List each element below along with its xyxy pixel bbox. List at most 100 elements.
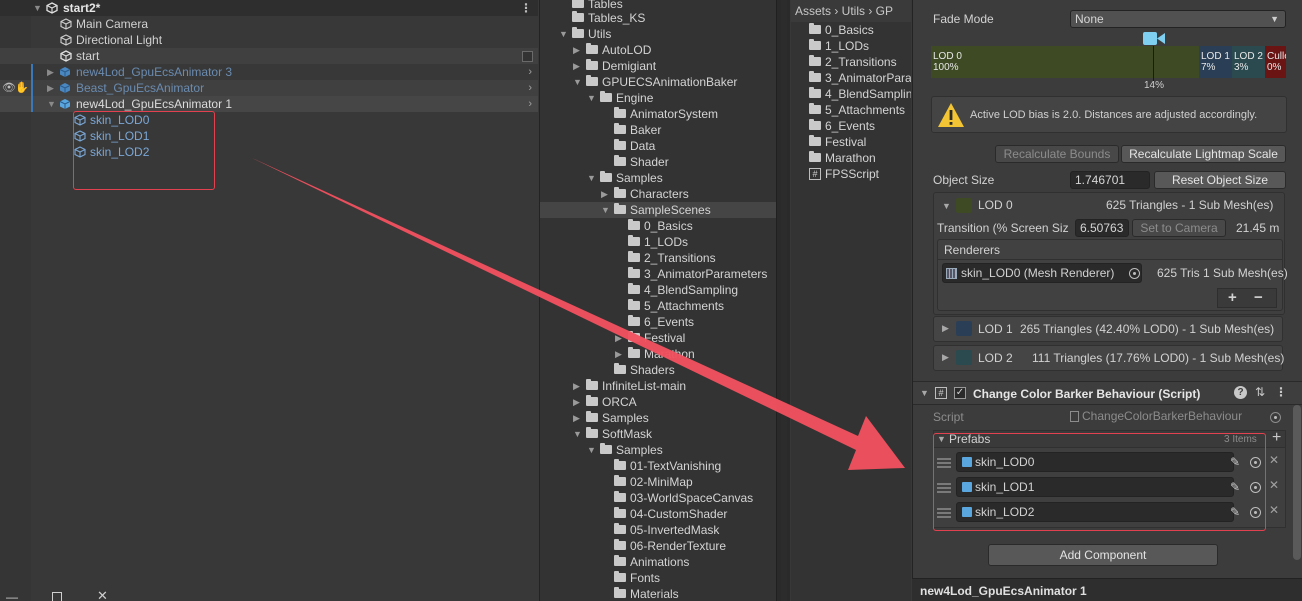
project-folder[interactable]: Animations	[540, 554, 777, 570]
fold-right-icon[interactable]: ▶	[615, 330, 622, 346]
hierarchy-item-directional-light[interactable]: Directional Light	[0, 32, 538, 48]
asset-folder[interactable]: 5_Attachments	[791, 102, 911, 118]
asset-script[interactable]: # FPSScript	[791, 166, 911, 182]
project-folder[interactable]: Baker	[540, 122, 777, 138]
hierarchy-item-main-camera[interactable]: Main Camera	[0, 16, 538, 32]
camera-icon[interactable]	[1142, 30, 1166, 47]
lod0-segment[interactable]: LOD 0 100%	[931, 46, 1199, 78]
project-folder[interactable]: 2_Transitions	[540, 250, 777, 266]
fold-right-icon[interactable]: ▶	[47, 64, 54, 80]
add-element-button[interactable]: +	[1272, 429, 1281, 447]
eye-icon[interactable]: 👁	[2, 80, 16, 96]
object-size-field[interactable]: 1.746701	[1070, 171, 1150, 189]
fold-down-icon[interactable]: ▼	[573, 74, 582, 90]
project-folder[interactable]: ▶ AutoLOD	[540, 42, 777, 58]
fold-down-icon[interactable]: ▼	[559, 26, 568, 42]
hierarchy-item-new4lod-1[interactable]: ▼ new4Lod_GpuEcsAnimator 1 ›	[0, 96, 538, 112]
project-folder[interactable]: ▶ InfiniteList-main	[540, 378, 777, 394]
script-field[interactable]: ChangeColorBarkerBehaviour	[1070, 408, 1286, 427]
project-folder[interactable]: ▶ ORCA	[540, 394, 777, 410]
checkbox[interactable]	[522, 51, 533, 62]
project-folder[interactable]: ▼ Engine	[540, 90, 777, 106]
project-folder[interactable]: 3_AnimatorParameters	[540, 266, 777, 282]
project-folder[interactable]: ▶ Characters	[540, 186, 777, 202]
project-folder[interactable]: 6_Events	[540, 314, 777, 330]
project-folder[interactable]: ▼ Samples	[540, 442, 777, 458]
remove-renderer-button[interactable]: −	[1254, 289, 1263, 306]
project-folder[interactable]: Shaders	[540, 362, 777, 378]
pick-hand-icon[interactable]: ✋	[15, 80, 29, 96]
asset-folder[interactable]: 2_Transitions	[791, 54, 911, 70]
kebab-menu-icon[interactable]: ⋮	[520, 0, 532, 16]
close-icon[interactable]: ✕	[97, 588, 108, 601]
project-folder[interactable]: Fonts	[540, 570, 777, 586]
transition-field[interactable]: 6.50763	[1075, 219, 1129, 237]
fold-right-icon[interactable]: ▶	[942, 352, 949, 363]
project-folder[interactable]: ▼ SoftMask	[540, 426, 777, 442]
remove-element-icon[interactable]: ✕	[1269, 453, 1279, 467]
enabled-checkbox[interactable]: ✓	[954, 387, 966, 399]
set-to-camera-button[interactable]: Set to Camera	[1132, 219, 1226, 237]
project-folder[interactable]: 06-RenderTexture	[540, 538, 777, 554]
object-picker-icon[interactable]	[1270, 412, 1281, 423]
inspector-scrollbar[interactable]	[1293, 405, 1301, 560]
project-folder[interactable]: ▼ Utils	[540, 26, 777, 42]
presets-icon[interactable]: ⇅	[1255, 385, 1265, 399]
fold-down-icon[interactable]: ▼	[33, 0, 42, 16]
fold-right-icon[interactable]: ▶	[573, 394, 580, 410]
asset-folder[interactable]: 3_AnimatorPara	[791, 70, 911, 86]
renderer-object-field[interactable]: skin_LOD0 (Mesh Renderer)	[942, 263, 1142, 283]
project-folder[interactable]: ▶ Festival	[540, 330, 777, 346]
project-folder[interactable]: ▶ Marathon	[540, 346, 777, 362]
asset-folder[interactable]: 1_LODs	[791, 38, 911, 54]
minimize-icon[interactable]: —	[6, 590, 18, 601]
maximize-icon[interactable]	[52, 592, 62, 601]
object-picker-icon[interactable]	[1129, 268, 1140, 279]
scrollbar[interactable]	[781, 0, 787, 601]
fold-right-icon[interactable]: ▶	[942, 323, 949, 334]
asset-folder[interactable]: Festival	[791, 134, 911, 150]
asset-folder[interactable]: Marathon	[791, 150, 911, 166]
fold-down-icon[interactable]: ▼	[47, 96, 56, 112]
recalculate-lightmap-button[interactable]: Recalculate Lightmap Scale	[1121, 145, 1286, 163]
component-menu-icon[interactable]: ⋮	[1275, 385, 1287, 399]
fold-down-icon[interactable]: ▼	[942, 201, 951, 211]
remove-element-icon[interactable]: ✕	[1269, 503, 1279, 517]
lod1-segment[interactable]: LOD 1 7%	[1199, 46, 1232, 78]
chevron-right-icon[interactable]: ›	[528, 80, 532, 96]
reset-object-size-button[interactable]: Reset Object Size	[1154, 171, 1286, 189]
project-folder[interactable]: ▶ Demigiant	[540, 58, 777, 74]
project-folder[interactable]: 0_Basics	[540, 218, 777, 234]
lod1-group[interactable]: ▶ LOD 1 265 Triangles (42.40% LOD0) - 1 …	[933, 316, 1283, 342]
add-component-button[interactable]: Add Component	[988, 544, 1218, 566]
project-folder[interactable]: 01-TextVanishing	[540, 458, 777, 474]
chevron-right-icon[interactable]: ›	[528, 96, 532, 112]
lod2-group[interactable]: ▶ LOD 2 111 Triangles (17.76% LOD0) - 1 …	[933, 345, 1284, 371]
project-folder[interactable]: ▼ GPUECSAnimationBaker	[540, 74, 777, 90]
add-renderer-button[interactable]: +	[1228, 289, 1237, 306]
fold-down-icon[interactable]: ▼	[920, 388, 929, 398]
project-folder[interactable]: 02-MiniMap	[540, 474, 777, 490]
fold-down-icon[interactable]: ▼	[587, 90, 596, 106]
project-folder[interactable]: 05-InvertedMask	[540, 522, 777, 538]
project-folder[interactable]: 1_LODs	[540, 234, 777, 250]
project-folder[interactable]: 04-CustomShader	[540, 506, 777, 522]
project-folder[interactable]: 5_Attachments	[540, 298, 777, 314]
project-folder[interactable]: AnimatorSystem	[540, 106, 777, 122]
fold-right-icon[interactable]: ▶	[573, 58, 580, 74]
breadcrumb[interactable]: Assets › Utils › GP	[791, 0, 911, 22]
scene-row[interactable]: ▼ start2* ⋮	[0, 0, 538, 16]
culled-segment[interactable]: Culle0%	[1265, 46, 1286, 78]
fold-down-icon[interactable]: ▼	[573, 426, 582, 442]
fold-down-icon[interactable]: ▼	[587, 170, 596, 186]
project-folder[interactable]: 4_BlendSampling	[540, 282, 777, 298]
fade-mode-dropdown[interactable]: None ▼	[1070, 10, 1286, 28]
hierarchy-item-new4lod-3[interactable]: ▶ new4Lod_GpuEcsAnimator 3 ›	[0, 64, 538, 80]
hierarchy-item-beast[interactable]: 👁 ✋ ▶ Beast_GpuEcsAnimator ›	[0, 80, 538, 96]
recalculate-bounds-button[interactable]: Recalculate Bounds	[995, 145, 1119, 163]
lod2-segment[interactable]: LOD 2 3%	[1232, 46, 1265, 78]
project-folder[interactable]: ▼ Samples	[540, 170, 777, 186]
remove-element-icon[interactable]: ✕	[1269, 478, 1279, 492]
fold-right-icon[interactable]: ▶	[573, 42, 580, 58]
hierarchy-item-start[interactable]: start	[0, 48, 538, 64]
